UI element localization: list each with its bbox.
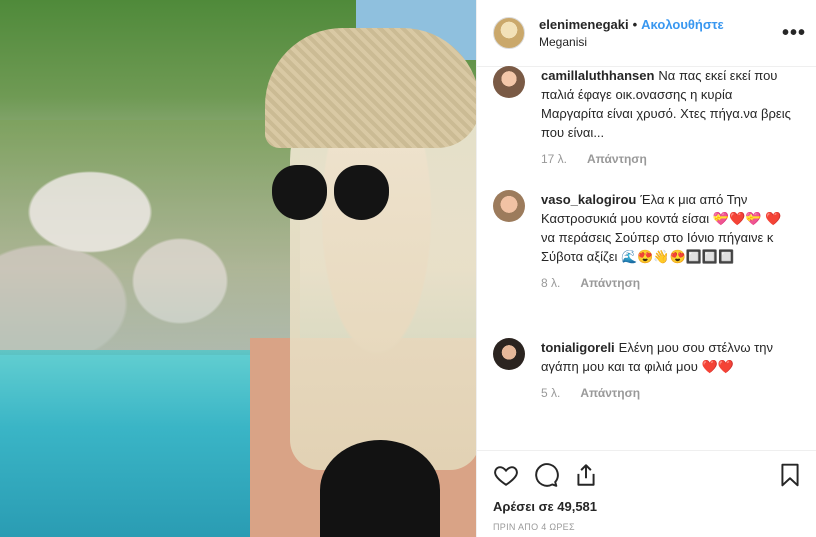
post-modal: elenimenegaki • Ακολουθήστε Meganisi •••…	[0, 0, 816, 537]
commenter-avatar[interactable]	[493, 338, 525, 370]
more-options-icon[interactable]: •••	[782, 22, 805, 45]
comment-meta: 8 λ. Απάντηση	[541, 276, 793, 290]
follow-button[interactable]: Ακολουθήστε	[641, 17, 724, 32]
comment-age: 17 λ.	[541, 152, 568, 166]
reply-button[interactable]: Απάντηση	[580, 276, 640, 290]
comment-age: 5 λ.	[541, 386, 561, 400]
comment-username[interactable]: tonialigoreli	[541, 340, 615, 355]
photo-swimsuit	[320, 440, 440, 537]
post-photo[interactable]	[0, 0, 476, 537]
post-timestamp: ΠΡΙΝ ΑΠΟ 4 ΩΡΕΣ	[493, 522, 575, 532]
comment-username[interactable]: camillaluthhansen	[541, 68, 654, 83]
action-icons	[477, 451, 816, 493]
likes-count[interactable]: Αρέσει σε 49,581	[477, 493, 816, 514]
photo-hat	[265, 28, 476, 148]
share-icon[interactable]	[573, 462, 599, 488]
post-location[interactable]: Meganisi	[539, 35, 782, 49]
comments-list: camillaluthhansen Να πας εκεί εκεί που πα…	[477, 66, 816, 450]
post-actions: Αρέσει σε 49,581 ΠΡΙΝ ΑΠΟ 4 ΩΡΕΣ	[477, 450, 816, 532]
comment-icon[interactable]	[533, 462, 559, 488]
reply-button[interactable]: Απάντηση	[580, 386, 640, 400]
heart-icon[interactable]	[493, 462, 519, 488]
separator-dot: •	[632, 17, 638, 32]
comment-text-block: tonialigoreli Ελένη μου σου στέλνω την αγ…	[541, 338, 793, 376]
commenter-avatar[interactable]	[493, 66, 525, 98]
bookmark-icon[interactable]	[777, 462, 803, 488]
comment-meta: 5 λ. Απάντηση	[541, 386, 793, 400]
author-info: elenimenegaki • Ακολουθήστε Meganisi	[539, 17, 782, 49]
author-avatar[interactable]	[493, 17, 525, 49]
post-side-panel: elenimenegaki • Ακολουθήστε Meganisi •••…	[476, 0, 816, 537]
post-header: elenimenegaki • Ακολουθήστε Meganisi •••	[477, 0, 816, 67]
comment-text-block: camillaluthhansen Να πας εκεί εκεί που πα…	[541, 66, 793, 142]
comment-text-block: vaso_kalogirou Έλα κ μια από Την Καστροσυ…	[541, 190, 793, 266]
comment-meta: 17 λ. Απάντηση	[541, 152, 793, 166]
author-username[interactable]: elenimenegaki	[539, 17, 629, 32]
commenter-avatar[interactable]	[493, 190, 525, 222]
comment-item: tonialigoreli Ελένη μου σου στέλνω την αγ…	[493, 338, 793, 400]
comment-item: camillaluthhansen Να πας εκεί εκεί που πα…	[493, 66, 793, 166]
reply-button[interactable]: Απάντηση	[587, 152, 647, 166]
comment-item: vaso_kalogirou Έλα κ μια από Την Καστροσυ…	[493, 190, 793, 290]
comment-username[interactable]: vaso_kalogirou	[541, 192, 636, 207]
photo-sunglasses	[272, 165, 392, 223]
comment-age: 8 λ.	[541, 276, 561, 290]
